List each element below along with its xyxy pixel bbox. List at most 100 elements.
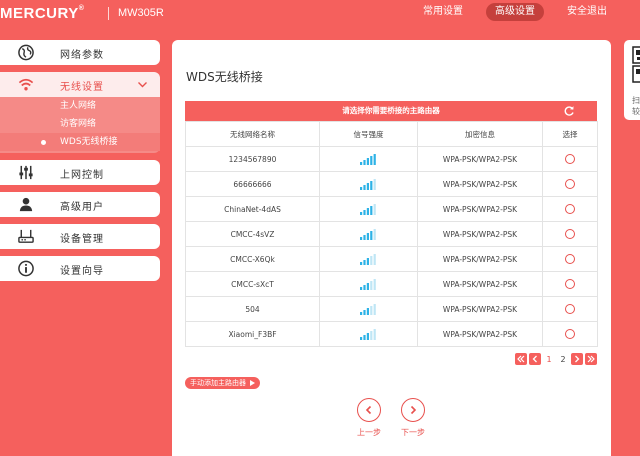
table-row[interactable]: 1234567890 WPA-PSK/WPA2-PSK <box>185 146 598 172</box>
sidebar-item-network[interactable]: 网络参数 <box>0 40 160 65</box>
table-row[interactable]: Xiaomi_F3BF WPA-PSK/WPA2-PSK <box>185 321 598 347</box>
security-cell: WPA-PSK/WPA2-PSK <box>417 271 543 297</box>
double-chevron-right-icon <box>587 355 595 363</box>
select-cell <box>542 221 598 247</box>
info-icon <box>18 260 34 277</box>
security-cell: WPA-PSK/WPA2-PSK <box>417 246 543 272</box>
nav-advanced-settings[interactable]: 高级设置 <box>486 3 544 21</box>
prev-page-button[interactable] <box>529 353 541 365</box>
signal-strength-icon <box>360 253 376 265</box>
sidebar-item-label: 高级用户 <box>60 202 104 213</box>
select-cell <box>542 321 598 347</box>
select-cell <box>542 196 598 222</box>
signal-bar <box>366 207 369 215</box>
signal-strength-icon <box>360 203 376 215</box>
double-chevron-left-icon <box>517 355 525 363</box>
table-row[interactable]: 504 WPA-PSK/WPA2-PSK <box>185 296 598 322</box>
sidebar: 网络参数 无线设置 主人网络 访客网络 WDS无线桥接 上网控制 高级用户 设备… <box>0 40 160 288</box>
submenu-item-wds-bridge[interactable]: WDS无线桥接 <box>0 133 160 151</box>
ssid-cell: CMCC-sXcT <box>185 271 320 297</box>
select-radio[interactable] <box>565 304 575 314</box>
select-radio[interactable] <box>565 329 575 339</box>
signal-bar <box>360 311 363 315</box>
qr-caption-line-1: 扫 <box>632 96 640 105</box>
nav-logout[interactable]: 安全退出 <box>558 3 616 21</box>
signal-bar <box>363 159 366 165</box>
select-radio[interactable] <box>565 204 575 214</box>
signal-bar <box>360 236 363 240</box>
col-header-security: 加密信息 <box>417 121 543 147</box>
sidebar-item-device-management[interactable]: 设备管理 <box>0 224 160 249</box>
sidebar-item-wireless[interactable]: 无线设置 <box>0 72 160 97</box>
ssid-cell: CMCC-X6Qk <box>185 246 320 272</box>
sidebar-item-advanced-users[interactable]: 高级用户 <box>0 192 160 217</box>
signal-cell <box>319 146 418 172</box>
add-router-manually-button[interactable]: 手动添加主路由器 <box>185 377 260 389</box>
table-row[interactable]: CMCC-sXcT WPA-PSK/WPA2-PSK <box>185 271 598 297</box>
signal-bar <box>363 209 366 215</box>
qr-caption-line-2: 较 <box>632 107 640 116</box>
signal-bar <box>366 157 369 165</box>
signal-strength-icon <box>360 278 376 290</box>
table-row[interactable]: CMCC-X6Qk WPA-PSK/WPA2-PSK <box>185 246 598 272</box>
sidebar-item-access-control[interactable]: 上网控制 <box>0 160 160 185</box>
signal-bar <box>373 303 376 315</box>
sidebar-item-label: 上网控制 <box>60 170 104 181</box>
model-name: MW305R <box>118 7 164 19</box>
security-cell: WPA-PSK/WPA2-PSK <box>417 146 543 172</box>
select-radio[interactable] <box>565 279 575 289</box>
table-row[interactable]: ChinaNet-4dAS WPA-PSK/WPA2-PSK <box>185 196 598 222</box>
signal-strength-icon <box>360 303 376 315</box>
signal-strength-icon <box>360 153 376 165</box>
select-cell <box>542 296 598 322</box>
first-page-button[interactable] <box>515 353 527 365</box>
col-header-signal: 信号强度 <box>319 121 418 147</box>
select-radio[interactable] <box>565 229 575 239</box>
signal-bar <box>373 253 376 265</box>
network-table: 无线网络名称 信号强度 加密信息 选择 1234567890 WPA-PSK/WP… <box>185 121 598 347</box>
chevron-left-icon <box>365 405 372 415</box>
select-cell <box>542 271 598 297</box>
signal-bar <box>360 261 363 265</box>
next-step-button[interactable]: 下一步 <box>393 398 433 438</box>
signal-bar <box>363 184 366 190</box>
refresh-icon[interactable] <box>563 105 575 117</box>
select-radio[interactable] <box>565 154 575 164</box>
signal-bar <box>370 230 373 240</box>
page-number-1[interactable]: 1 <box>543 355 555 364</box>
next-step-label: 下一步 <box>401 428 425 437</box>
ssid-cell: ChinaNet-4dAS <box>185 196 320 222</box>
signal-bar <box>363 259 366 265</box>
page-number-2[interactable]: 2 <box>557 355 569 364</box>
signal-bar <box>366 257 369 265</box>
signal-bar <box>360 286 363 290</box>
select-radio[interactable] <box>565 179 575 189</box>
prev-step-button[interactable]: 上一步 <box>349 398 389 438</box>
signal-bar <box>366 332 369 340</box>
next-page-button[interactable] <box>571 353 583 365</box>
active-bullet <box>41 140 46 145</box>
nav-common-settings[interactable]: 常用设置 <box>414 3 472 21</box>
signal-bar <box>370 280 373 290</box>
signal-cell <box>319 196 418 222</box>
submenu-item-guest-network[interactable]: 访客网络 <box>0 115 160 133</box>
security-cell: WPA-PSK/WPA2-PSK <box>417 171 543 197</box>
signal-cell <box>319 321 418 347</box>
table-banner: 请选择你需要桥接的主路由器 <box>185 101 597 121</box>
sidebar-item-setup-wizard[interactable]: 设置向导 <box>0 256 160 281</box>
qr-code-icon <box>632 46 640 83</box>
security-cell: WPA-PSK/WPA2-PSK <box>417 296 543 322</box>
prev-step-circle <box>357 398 381 422</box>
ssid-cell: Xiaomi_F3BF <box>185 321 320 347</box>
signal-bar <box>363 334 366 340</box>
select-cell <box>542 146 598 172</box>
signal-bar <box>360 336 363 340</box>
last-page-button[interactable] <box>585 353 597 365</box>
select-radio[interactable] <box>565 254 575 264</box>
select-cell <box>542 171 598 197</box>
table-row[interactable]: 66666666 WPA-PSK/WPA2-PSK <box>185 171 598 197</box>
signal-bar <box>373 178 376 190</box>
table-row[interactable]: CMCC-4sVZ WPA-PSK/WPA2-PSK <box>185 221 598 247</box>
sidebar-item-label: 无线设置 <box>60 82 104 93</box>
submenu-item-host-network[interactable]: 主人网络 <box>0 97 160 115</box>
